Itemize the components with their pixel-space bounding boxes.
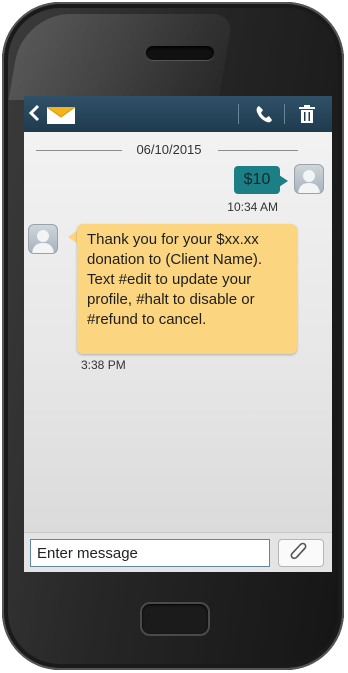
envelope-icon <box>46 103 76 125</box>
phone-icon[interactable] <box>254 104 274 124</box>
paperclip-icon <box>290 542 307 560</box>
conversation-date: 06/10/2015 <box>136 142 202 157</box>
sender-avatar[interactable] <box>294 164 324 194</box>
person-icon <box>32 230 54 253</box>
date-divider: 06/10/2015 <box>24 142 332 158</box>
divider-line <box>36 150 122 151</box>
screen: 06/10/2015 $10 10:34 AM Thank you for yo… <box>24 96 332 572</box>
person-icon <box>298 170 320 193</box>
toolbar-divider <box>238 104 239 124</box>
outgoing-bubble-tail <box>279 175 288 187</box>
incoming-message-bubble[interactable]: Thank you for your $xx.xx donation to (C… <box>77 224 297 354</box>
attach-button[interactable] <box>278 539 324 567</box>
home-button[interactable] <box>140 602 210 636</box>
chevron-left-icon[interactable] <box>28 102 42 124</box>
conversation-toolbar <box>24 96 332 132</box>
divider-line <box>218 150 298 151</box>
compose-bar <box>24 532 332 572</box>
incoming-message-time: 3:38 PM <box>81 358 126 372</box>
message-input[interactable] <box>30 539 270 567</box>
outgoing-message-bubble[interactable]: $10 <box>234 166 280 194</box>
contact-avatar[interactable] <box>28 224 58 254</box>
earpiece-speaker <box>146 46 214 60</box>
toolbar-divider <box>284 104 285 124</box>
outgoing-message-time: 10:34 AM <box>227 200 278 214</box>
trash-icon[interactable] <box>298 104 316 124</box>
